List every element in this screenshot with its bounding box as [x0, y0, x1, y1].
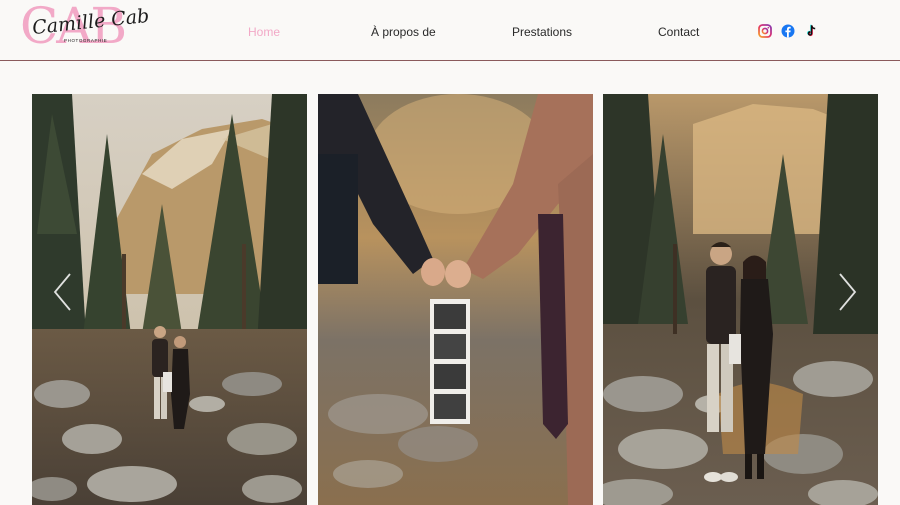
instagram-icon[interactable]: [758, 24, 772, 38]
site-logo[interactable]: CAB Camille Cab PHOTOGRAPHIE: [20, 0, 150, 55]
tiktok-icon[interactable]: [804, 24, 818, 38]
nav-contact[interactable]: Contact: [658, 24, 699, 40]
photo-hands-ultrasound: [318, 94, 593, 505]
site-header: CAB Camille Cab PHOTOGRAPHIE Home À prop…: [0, 0, 900, 61]
logo-tagline: PHOTOGRAPHIE: [64, 38, 108, 43]
facebook-icon[interactable]: [781, 24, 795, 38]
nav-prestations[interactable]: Prestations: [512, 24, 572, 40]
nav-home[interactable]: Home: [248, 24, 280, 40]
nav-about[interactable]: À propos de: [371, 24, 436, 40]
photo-gallery: [32, 94, 878, 505]
arrow-left-icon[interactable]: [52, 272, 74, 312]
arrow-right-icon[interactable]: [836, 272, 858, 312]
gallery-photo[interactable]: [318, 94, 593, 505]
